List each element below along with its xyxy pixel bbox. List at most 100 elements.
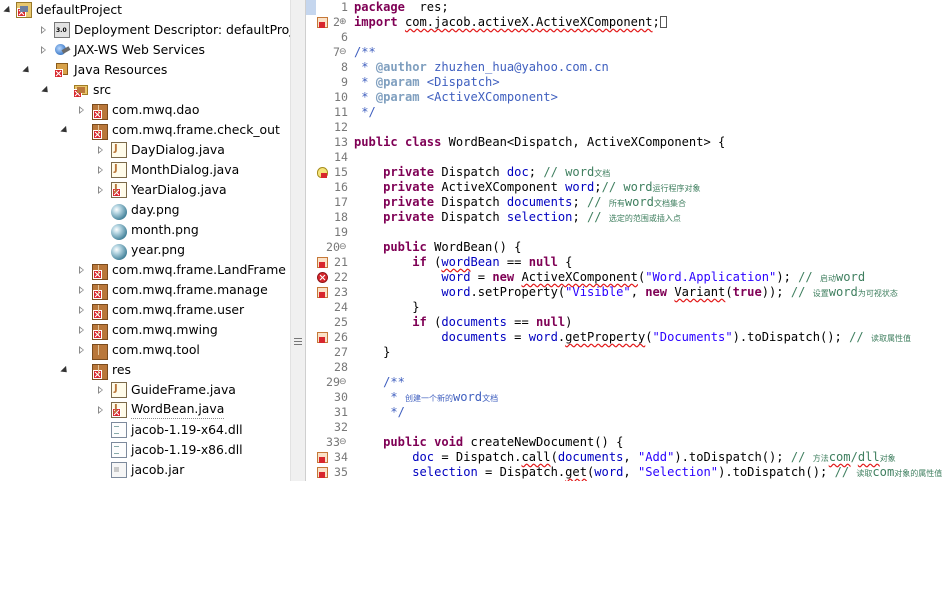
code-token: ).toDispatch(); [718, 465, 835, 479]
fold-collapse-icon[interactable]: ⊖ [339, 243, 348, 252]
tree-collapsed-arrow-icon[interactable] [79, 266, 84, 274]
code-line[interactable]: 7 ⊖ /** [306, 45, 946, 60]
tree-collapsed-arrow-icon[interactable] [79, 286, 84, 294]
code-token: // [849, 330, 871, 344]
tree-collapsed-arrow-icon[interactable] [79, 106, 84, 114]
java-file-icon [111, 402, 127, 418]
code-line[interactable]: 28 [306, 360, 946, 375]
code-line[interactable]: 30 * 创建一个新的word文档 [306, 390, 946, 405]
tree-collapsed-arrow-icon[interactable] [98, 186, 103, 194]
tree-item[interactable]: JAX-WS Web Services [0, 40, 290, 60]
tree-collapsed-arrow-icon[interactable] [98, 166, 103, 174]
code-line[interactable]: 9 * @param <Dispatch> [306, 75, 946, 90]
code-line[interactable]: 26 documents = word.getProperty("Documen… [306, 330, 946, 345]
tree-item[interactable]: jacob-1.19-x64.dll [0, 420, 290, 440]
divider-grip-icon[interactable] [294, 338, 302, 345]
tree-item[interactable]: com.mwq.frame.user [0, 300, 290, 320]
tree-item[interactable]: com.mwq.frame.manage [0, 280, 290, 300]
tree-collapsed-arrow-icon[interactable] [98, 386, 103, 394]
code-line[interactable]: 18 private Dispatch selection; // 选定的范围或… [306, 210, 946, 225]
tree-item[interactable]: month.png [0, 220, 290, 240]
tree-expanded-arrow-icon[interactable] [41, 85, 51, 96]
code-editor[interactable]: 1 package res; 2 ⊕ import com.jacob.activeX.… [306, 0, 946, 481]
code-line[interactable]: 24 } [306, 300, 946, 315]
tree-item[interactable]: MonthDialog.java [0, 160, 290, 180]
tree-item[interactable]: day.png [0, 200, 290, 220]
tree-item[interactable]: Java Resources [0, 60, 290, 80]
code-line[interactable]: 23 word.setProperty("Visible", new Varia… [306, 285, 946, 300]
code-line[interactable]: 22 word = new ActiveXComponent("Word.App… [306, 270, 946, 285]
tree-item[interactable]: com.mwq.tool [0, 340, 290, 360]
fold-expand-icon[interactable]: ⊕ [339, 18, 348, 27]
code-token: 选定的范围或插入点 [608, 214, 681, 223]
tree-collapsed-arrow-icon[interactable] [41, 46, 46, 54]
code-line[interactable]: 16 private ActiveXComponent word;// word… [306, 180, 946, 195]
tree-item[interactable]: com.mwq.mwing [0, 320, 290, 340]
code-line[interactable]: 35 selection = Dispatch.get(word, "Selec… [306, 465, 946, 480]
tree-collapsed-arrow-icon[interactable] [41, 26, 46, 34]
tree-item[interactable]: jacob.jar [0, 460, 290, 480]
tree-item[interactable]: year.png [0, 240, 290, 260]
code-line[interactable]: 1 package res; [306, 0, 946, 15]
tree-collapsed-arrow-icon[interactable] [79, 346, 84, 354]
tree-expanded-arrow-icon[interactable] [22, 65, 32, 76]
error-marker-icon[interactable] [317, 17, 328, 28]
code-line[interactable]: 34 doc = Dispatch.call(documents, "Add")… [306, 450, 946, 465]
tree-item[interactable]: Deployment Descriptor: defaultProject [0, 20, 290, 40]
error-marker-icon[interactable] [317, 467, 328, 478]
code-line[interactable]: 25 if (documents == null) [306, 315, 946, 330]
tree-item[interactable]: GuideFrame.java [0, 380, 290, 400]
panel-divider-scrollbar[interactable] [290, 0, 306, 481]
error-marker-icon[interactable] [317, 332, 328, 343]
tree-expanded-arrow-icon[interactable] [60, 125, 70, 136]
tree-item[interactable]: src [0, 80, 290, 100]
tree-item[interactable]: com.mwq.dao [0, 100, 290, 120]
tree-item[interactable]: jacob-1.19-x86.dll [0, 440, 290, 460]
tree-collapsed-arrow-icon[interactable] [98, 406, 103, 414]
code-line[interactable]: 14 [306, 150, 946, 165]
tree-item[interactable]: WordBean.java [0, 400, 290, 420]
tree-item[interactable]: com.mwq.frame.LandFrame [0, 260, 290, 280]
code-line[interactable]: 27 } [306, 345, 946, 360]
error-circle-icon[interactable] [317, 272, 328, 283]
tree-expanded-arrow-icon[interactable] [3, 5, 13, 16]
tree-collapsed-arrow-icon[interactable] [98, 146, 103, 154]
code-line[interactable]: 2 ⊕ import com.jacob.activeX.ActiveXCompon… [306, 15, 946, 30]
code-line[interactable]: 21 if (wordBean == null { [306, 255, 946, 270]
tree-collapsed-arrow-icon[interactable] [79, 326, 84, 334]
code-line[interactable]: 19 [306, 225, 946, 240]
code-line[interactable]: 31 */ [306, 405, 946, 420]
tree-item[interactable]: YearDialog.java [0, 180, 290, 200]
code-line[interactable]: 15 private Dispatch doc; // word文档 [306, 165, 946, 180]
quickfix-bulb-icon[interactable] [317, 167, 328, 178]
tree-item[interactable]: defaultProject [0, 0, 290, 20]
java-file-icon [111, 382, 127, 398]
code-line[interactable]: 13 public class WordBean<Dispatch, Active… [306, 135, 946, 150]
tree-item[interactable]: DayDialog.java [0, 140, 290, 160]
tree-item[interactable]: res [0, 360, 290, 380]
code-line[interactable]: 32 [306, 420, 946, 435]
code-line[interactable]: 12 [306, 120, 946, 135]
code-line[interactable]: 17 private Dispatch documents; // 所有word… [306, 195, 946, 210]
code-line[interactable]: 8 * @author zhuzhen_hua@yahoo.com.cn [306, 60, 946, 75]
code-token: // [790, 285, 813, 299]
code-line[interactable]: 10 * @param <ActiveXComponent> [306, 90, 946, 105]
tree-collapsed-arrow-icon[interactable] [79, 306, 84, 314]
code-line[interactable]: 11 */ [306, 105, 946, 120]
collapsed-import-marker[interactable] [659, 16, 667, 28]
fold-collapse-icon[interactable]: ⊖ [339, 48, 348, 57]
fold-collapse-icon[interactable]: ⊖ [339, 378, 348, 387]
error-marker-icon[interactable] [317, 257, 328, 268]
code-line[interactable]: 6 [306, 30, 946, 45]
tree-item-label: Deployment Descriptor: defaultProject [74, 22, 290, 37]
error-marker-icon[interactable] [317, 452, 328, 463]
code-line[interactable]: 33 ⊖ public void createNewDocument() { [306, 435, 946, 450]
code-text: import com.jacob.activeX.ActiveXComponen… [354, 15, 667, 30]
error-marker-icon[interactable] [317, 287, 328, 298]
code-line[interactable]: 20 ⊖ public WordBean() { [306, 240, 946, 255]
tree-item[interactable]: com.mwq.frame.check_out [0, 120, 290, 140]
code-line[interactable]: 29 ⊖ /** [306, 375, 946, 390]
fold-collapse-icon[interactable]: ⊖ [339, 438, 348, 447]
tree-expanded-arrow-icon[interactable] [60, 365, 70, 376]
